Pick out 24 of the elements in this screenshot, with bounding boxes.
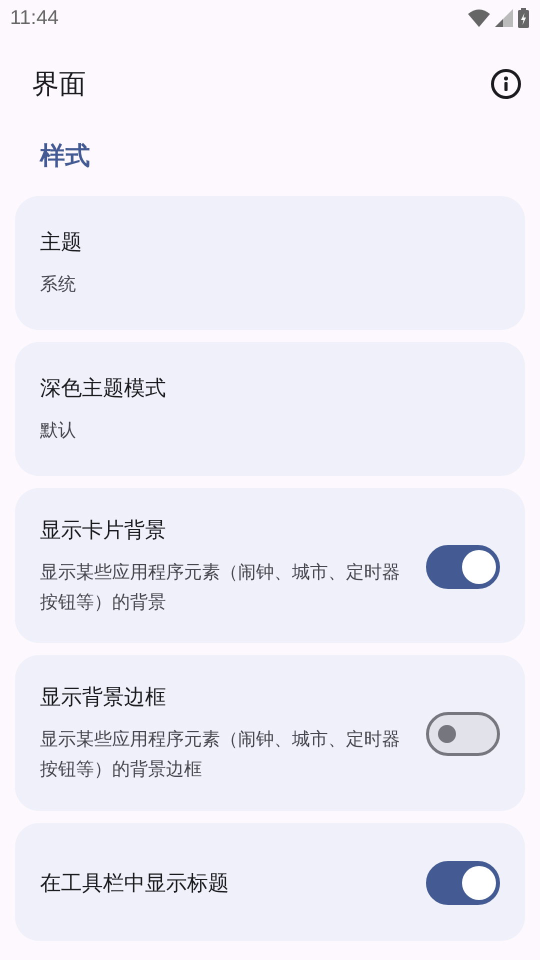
- toggle-switch[interactable]: [426, 544, 500, 589]
- section-header: 样式: [38, 140, 90, 172]
- setting-card[interactable]: 在工具栏中显示标题: [15, 822, 525, 941]
- page-title: 界面: [32, 68, 86, 102]
- status-time: 11:44: [10, 6, 59, 30]
- setting-title: 显示背景边框: [40, 684, 167, 712]
- setting-value: 系统: [40, 273, 77, 298]
- setting-description: 显示某些应用程序元素（闹钟、城市、定时器按钮等）的背景边框: [40, 728, 401, 782]
- setting-card[interactable]: 显示卡片背景 显示某些应用程序元素（闹钟、城市、定时器按钮等）的背景: [15, 488, 525, 644]
- setting-value: 默认: [40, 419, 77, 444]
- wifi-icon: [468, 9, 490, 27]
- setting-title: 显示卡片背景: [40, 517, 167, 544]
- setting-title: 深色主题模式: [40, 375, 167, 402]
- info-icon[interactable]: [490, 68, 522, 100]
- setting-title: 主题: [40, 229, 83, 256]
- setting-description: 显示某些应用程序元素（闹钟、城市、定时器按钮等）的背景: [40, 561, 401, 615]
- setting-card[interactable]: 主题 系统: [15, 196, 525, 330]
- toggle-switch[interactable]: [426, 860, 500, 905]
- signal-icon: [495, 9, 513, 27]
- setting-title: 在工具栏中显示标题: [40, 870, 230, 897]
- setting-card[interactable]: 显示背景边框 显示某些应用程序元素（闹钟、城市、定时器按钮等）的背景边框: [15, 655, 525, 811]
- battery-charging-icon: [518, 8, 529, 28]
- setting-card[interactable]: 深色主题模式 默认: [15, 342, 525, 476]
- toggle-switch[interactable]: [426, 712, 500, 756]
